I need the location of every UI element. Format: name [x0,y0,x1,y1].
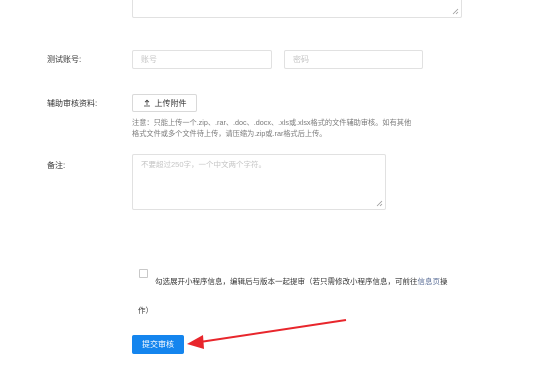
remark-textarea[interactable]: 不要超过250字，一个中文两个字符。 [132,154,386,210]
password-input[interactable] [284,50,423,69]
account-input[interactable] [132,50,272,69]
expand-info-checkbox[interactable] [139,269,148,278]
remark-placeholder: 不要超过250字，一个中文两个字符。 [141,160,267,169]
upload-note: 注意：只能上传一个.zip、.rar、.doc、.docx、.xls或.xlsx… [132,118,462,139]
upload-note-line1: 注意：只能上传一个.zip、.rar、.doc、.docx、.xls或.xlsx… [132,118,412,127]
previous-textarea[interactable] [132,0,462,18]
upload-attachment-button[interactable]: 上传附件 [132,94,197,112]
info-page-link[interactable]: 信息页 [418,277,441,286]
upload-button-label: 上传附件 [154,98,187,108]
test-account-label: 测试账号: [47,55,82,64]
resize-grip-icon[interactable] [451,7,459,15]
checkbox-text-after2: 作） [138,306,153,315]
checkbox-text-after1: 操 [440,277,448,286]
upload-icon [143,99,150,107]
resize-grip-icon[interactable] [375,199,383,207]
submit-review-button[interactable]: 提交审核 [132,335,184,354]
aux-material-label: 辅助审核资料: [47,99,98,108]
checkbox-text-before: 勾选展开小程序信息，编辑后与版本一起提审（若只需修改小程序信息，可前往 [155,277,418,286]
upload-note-line2: 格式文件或多个文件待上传，请压缩为.zip或.rar格式后上传。 [132,128,327,138]
remark-label: 备注: [47,161,66,170]
expand-info-text: 勾选展开小程序信息，编辑后与版本一起提审（若只需修改小程序信息，可前往信息页操 … [138,267,485,325]
